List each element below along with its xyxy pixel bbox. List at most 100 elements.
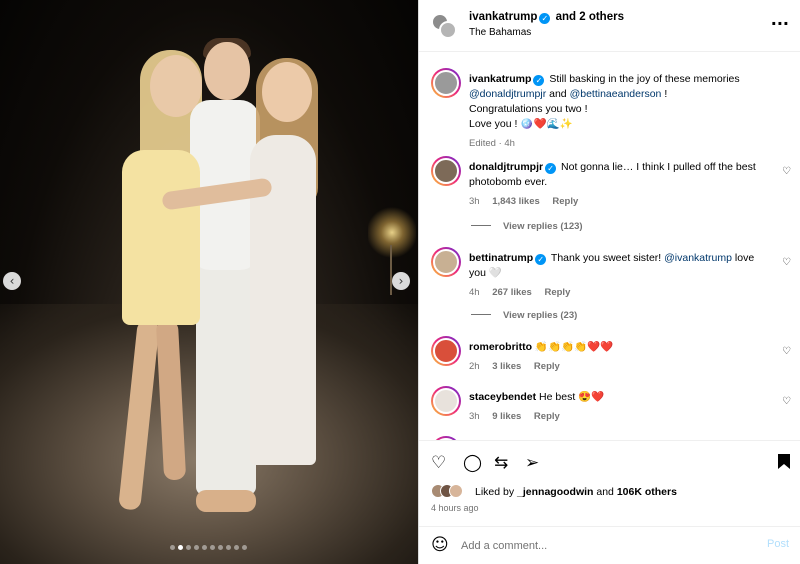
comment-meta: 2h 3 likes Reply [469, 359, 769, 374]
carousel-dot [202, 545, 207, 550]
carousel-dot [226, 545, 231, 550]
carousel-dot [210, 545, 215, 550]
avatar[interactable] [431, 386, 461, 416]
carousel-dot [218, 545, 223, 550]
carousel-dot [242, 545, 247, 550]
comment-username[interactable]: donaldjtrumpjr [469, 161, 543, 173]
like-heart-icon[interactable]: ♡ [431, 453, 446, 473]
more-options-icon[interactable]: ··· [771, 14, 789, 33]
post-actions: ♡ ◯ ⇆ ➢ Liked by _jennagoodwin and 106K … [419, 440, 800, 526]
view-replies-label: View replies (123) [503, 221, 583, 232]
photo-person-middle-feet [196, 490, 256, 512]
like-comment-heart-icon[interactable]: ♡ [782, 257, 791, 268]
caption-line: Love you ! 🪩❤️🌊✨ [469, 118, 573, 130]
view-replies-button[interactable]: View replies (123) [471, 221, 583, 232]
comment-time: 4h [469, 287, 480, 298]
caption-meta: Edited · 4h [469, 138, 515, 149]
header-and-others[interactable]: and 2 others [556, 11, 624, 23]
post-photo[interactable]: ‹ › [0, 0, 418, 564]
caption-mention[interactable]: @donaldjtrumpjr [469, 88, 546, 100]
comment-username[interactable]: staceybendet [469, 391, 536, 403]
liked-by-avatars[interactable] [431, 484, 471, 500]
view-replies-button[interactable]: View replies (23) [471, 310, 577, 321]
chevron-right-icon: › [398, 274, 404, 288]
liked-others[interactable]: 106K others [617, 486, 677, 498]
send-icon[interactable]: ➢ [525, 453, 539, 473]
carousel-dot [178, 545, 183, 550]
bookmark-shape [778, 454, 790, 469]
photo-person-left-head [150, 55, 202, 117]
carousel-dot [234, 545, 239, 550]
verified-badge-icon: ✓ [545, 163, 557, 174]
comment-likes[interactable]: 1,843 likes [492, 196, 540, 207]
comment-likes[interactable]: 3 likes [492, 361, 521, 372]
post-side-panel: ivankatrump ✓ and 2 others The Bahamas ··… [418, 0, 800, 564]
header-username[interactable]: ivankatrump [469, 11, 537, 23]
carousel-dot [186, 545, 191, 550]
avatar[interactable] [431, 68, 461, 98]
verified-badge-icon: ✓ [535, 254, 547, 265]
caption-username[interactable]: ivankatrump [469, 73, 531, 85]
comment-meta: 3h 9 likes Reply [469, 409, 769, 424]
emoji-icon[interactable]: ☺ [431, 535, 449, 555]
verified-badge-icon: ✓ [533, 75, 545, 86]
reply-button[interactable]: Reply [534, 361, 560, 372]
photo-person-middle-head [204, 42, 250, 100]
like-comment-heart-icon[interactable]: ♡ [782, 396, 791, 407]
verified-badge-icon: ✓ [539, 13, 551, 24]
comment-meta: 3h 1,843 likes Reply [469, 194, 769, 209]
previous-photo-button[interactable]: ‹ [3, 272, 21, 290]
comment-username[interactable]: bettinatrump [469, 252, 533, 264]
post-header: ivankatrump ✓ and 2 others The Bahamas ··… [419, 0, 800, 52]
comment-body: staceybendet He best 😍❤️ 3h 9 likes Repl… [469, 390, 769, 424]
collab-avatars[interactable] [431, 13, 458, 40]
comment-likes[interactable]: 267 likes [492, 287, 532, 298]
like-comment-heart-icon[interactable]: ♡ [782, 346, 791, 357]
comment-text: 👏👏👏👏❤️❤️ [534, 341, 614, 353]
caption-text: Still basking in the joy of these memori… [549, 73, 740, 85]
comment-body: donaldjtrumpjr ✓ Not gonna lie… I think I… [469, 160, 769, 209]
reply-button[interactable]: Reply [544, 287, 570, 298]
avatar[interactable] [431, 156, 461, 186]
photo-person-middle-legs [196, 260, 256, 495]
chevron-left-icon: ‹ [9, 274, 15, 288]
caption-bang: ! [664, 88, 668, 100]
reply-divider [471, 314, 491, 315]
avatar [439, 21, 457, 39]
comment-text: Thank you sweet sister! [550, 252, 662, 264]
comment-icon[interactable]: ◯ [463, 453, 482, 473]
comment-body: bettinatrump ✓ Thank you sweet sister! @i… [469, 251, 769, 300]
comment-time: 3h [469, 196, 480, 207]
comment-input[interactable] [461, 536, 741, 556]
caption-mention[interactable]: @bettinaeanderson [570, 88, 662, 100]
avatar[interactable] [431, 336, 461, 366]
post-time-ago[interactable]: 4 hours ago [431, 503, 479, 513]
post-button[interactable]: Post [767, 538, 789, 550]
caption-body: ivankatrump ✓ Still basking in the joy of… [469, 72, 789, 151]
reply-button[interactable]: Reply [534, 411, 560, 422]
photo-person-left-dress [122, 150, 200, 325]
comment-likes[interactable]: 9 likes [492, 411, 521, 422]
comment-text: He best 😍❤️ [539, 391, 605, 403]
comment-mention[interactable]: @ivankatrump [664, 252, 732, 264]
photo-sparkler-stick [390, 245, 392, 295]
caption-and: and [549, 88, 567, 100]
avatar [449, 484, 463, 498]
next-photo-button[interactable]: › [392, 272, 410, 290]
caption-line: Congratulations you two ! [469, 103, 588, 115]
comment-username[interactable]: romerobritto [469, 341, 532, 353]
liked-user[interactable]: _jennagoodwin [517, 486, 593, 498]
carousel-dot [170, 545, 175, 550]
reply-button[interactable]: Reply [552, 196, 578, 207]
share-icon[interactable]: ⇆ [494, 453, 508, 473]
header-location[interactable]: The Bahamas [469, 27, 531, 38]
like-comment-heart-icon[interactable]: ♡ [782, 166, 791, 177]
comment-time: 2h [469, 361, 480, 372]
liked-by-text: Liked by _jennagoodwin and 106K others [475, 486, 677, 498]
bookmark-icon[interactable] [777, 453, 791, 474]
avatar[interactable] [431, 247, 461, 277]
comment-time: 3h [469, 411, 480, 422]
comment-meta: 4h 267 likes Reply [469, 285, 769, 300]
header-authors: ivankatrump ✓ and 2 others [469, 11, 624, 24]
liked-and: and [596, 486, 614, 498]
